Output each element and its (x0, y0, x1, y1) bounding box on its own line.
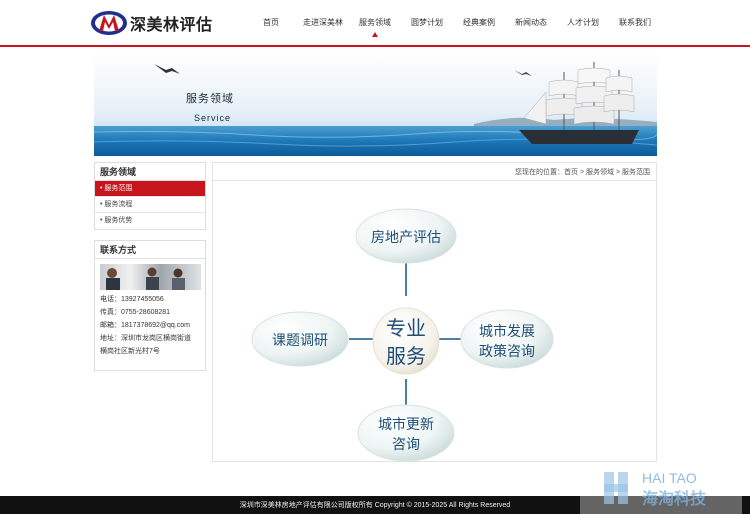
service-diagram: 专业 服务 房地产评估 课题调研 城市发展 政策咨询 城市更新 咨询 (213, 181, 656, 463)
node-urban-renewal: 城市更新 咨询 (357, 404, 455, 462)
header: 深美林评估 首页 走进深美林 服务领域 圆梦计划 经典案例 新闻动态 人才计划 … (0, 0, 750, 46)
nav-dream-plan-label: 圆梦计划 (411, 18, 443, 27)
sidebar-contact: 联系方式 电话：13927455056 传真：0755-28608281 邮箱：… (94, 240, 206, 371)
node-center-line-2: 服务 (386, 344, 426, 368)
contact-fax: 传真：0755-28608281 (100, 309, 171, 316)
nav-news[interactable]: 新闻动态 (505, 17, 557, 28)
contact-address-line-1: 地址：深圳市龙岗区横岗街道 (100, 335, 191, 342)
banner-title: 服务领域 (186, 93, 234, 105)
contact-phone: 电话：13927455056 (100, 296, 164, 303)
main-content: 您现在的位置：首页 > 服务领域 > 服务范围 专业 服务 房地产评估 课题调研… (212, 162, 657, 462)
banner: 服务领域 Service (94, 52, 657, 156)
logo[interactable]: 深美林评估 (90, 8, 213, 38)
node-bottom-label-2: 咨询 (392, 437, 420, 453)
nav-contact[interactable]: 联系我们 (609, 17, 661, 28)
main-nav: 首页 走进深美林 服务领域 圆梦计划 经典案例 新闻动态 人才计划 联系我们 (245, 17, 661, 37)
contact-address-line-2: 横岗社区新光村7号 (100, 348, 160, 355)
nav-news-label: 新闻动态 (515, 18, 547, 27)
nav-cases-label: 经典案例 (463, 18, 495, 27)
sidebar-item-scope[interactable]: • 服务范围 (95, 181, 205, 197)
node-center: 专业 服务 (372, 307, 440, 375)
node-right-label-2: 政策咨询 (479, 343, 535, 360)
node-research: 课题调研 (251, 311, 349, 367)
page: 深美林评估 首页 走进深美林 服务领域 圆梦计划 经典案例 新闻动态 人才计划 … (0, 0, 750, 514)
nav-talent[interactable]: 人才计划 (557, 17, 609, 28)
nav-about[interactable]: 走进深美林 (297, 17, 349, 28)
active-nav-indicator-icon (372, 32, 378, 37)
nav-talent-label: 人才计划 (567, 18, 599, 27)
watermark-line-2: 海淘科技 (642, 489, 707, 508)
node-bottom-label-1: 城市更新 (378, 416, 434, 433)
sidebar-title: 服务领域 (95, 163, 205, 181)
contact-title: 联系方式 (95, 241, 205, 259)
nav-cases[interactable]: 经典案例 (453, 17, 505, 28)
sidebar-item-advantages[interactable]: • 服务优势 (95, 213, 205, 229)
nav-services-label: 服务领域 (359, 18, 391, 27)
node-urban-policy: 城市发展 政策咨询 (460, 309, 554, 369)
logo-text: 深美林评估 (130, 17, 213, 34)
banner-subtitle: Service (194, 113, 232, 123)
logo-mark-icon (90, 9, 128, 37)
node-real-estate-valuation: 房地产评估 (355, 208, 457, 264)
contact-photo (100, 264, 201, 290)
banner-image (94, 52, 657, 156)
nav-dream-plan[interactable]: 圆梦计划 (401, 17, 453, 28)
node-right-label-1: 城市发展 (479, 323, 535, 340)
nav-about-label: 走进深美林 (303, 18, 343, 27)
node-center-line-1: 专业 (386, 316, 426, 340)
node-top-label: 房地产评估 (371, 230, 441, 246)
nav-home-label: 首页 (263, 18, 279, 27)
breadcrumb: 您现在的位置：首页 > 服务领域 > 服务范围 (515, 169, 650, 176)
nav-home[interactable]: 首页 (245, 17, 297, 28)
contact-email: 邮箱：1817378692@qq.com (100, 322, 190, 329)
sidebar-services: 服务领域 • 服务范围 • 服务流程 • 服务优势 (94, 162, 206, 230)
sidebar-item-process[interactable]: • 服务流程 (95, 197, 205, 213)
watermark-logo: HAI TAO 海淘科技 (580, 466, 742, 514)
nav-contact-label: 联系我们 (619, 18, 651, 27)
nav-services[interactable]: 服务领域 (349, 17, 401, 37)
node-left-label: 课题调研 (272, 333, 328, 349)
header-divider (0, 45, 750, 47)
watermark-line-1: HAI TAO (642, 470, 697, 486)
